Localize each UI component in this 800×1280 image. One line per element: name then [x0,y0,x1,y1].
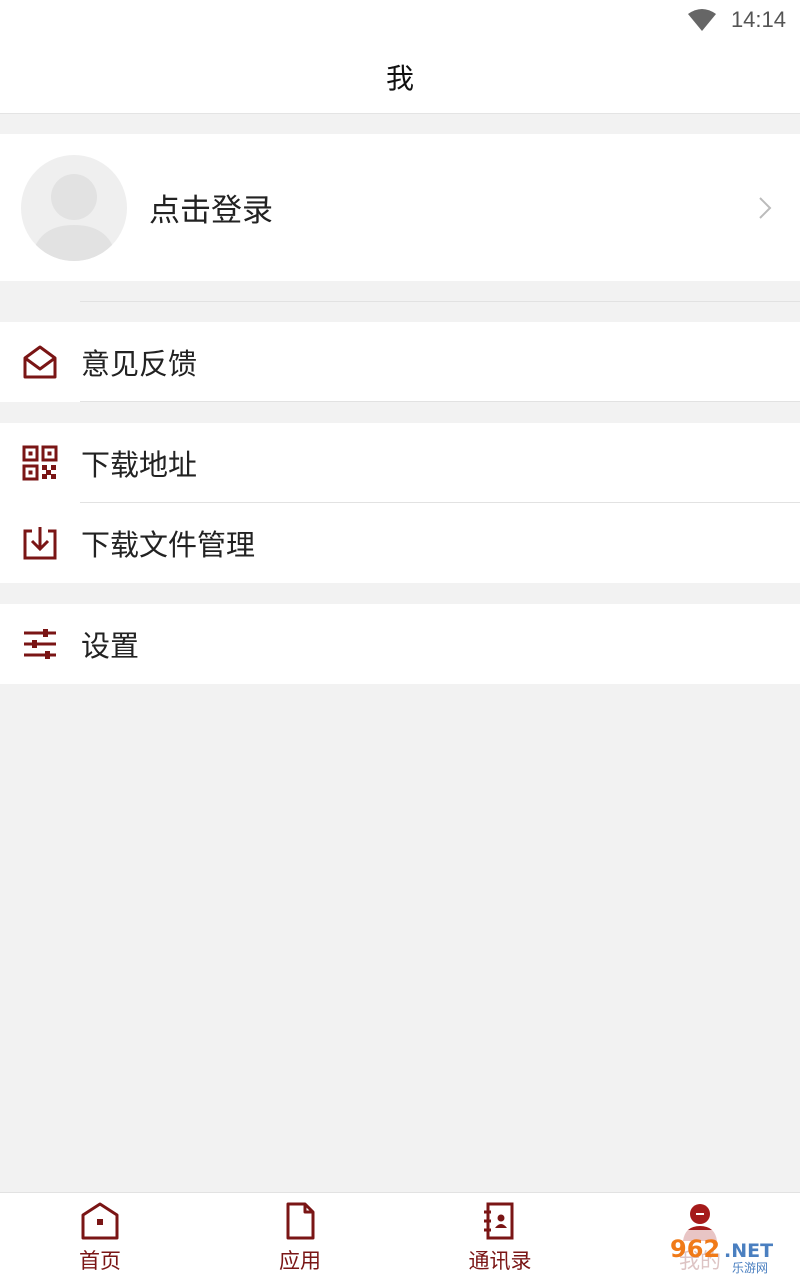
qr-code-icon [22,445,58,481]
section-divider [80,301,800,302]
tab-contacts[interactable]: 通讯录 [400,1193,600,1280]
home-icon [81,1202,119,1240]
tab-label-home: 首页 [79,1249,121,1273]
tab-label-apps: 应用 [279,1249,321,1273]
menu-label-download-manage: 下载文件管理 [81,528,256,562]
row-separator [80,401,800,402]
svg-text:.NET: .NET [724,1240,773,1262]
avatar-icon [21,154,127,261]
menu-item-feedback[interactable]: 意见反馈 [0,322,800,402]
chevron-right-icon [759,197,772,219]
mail-icon [23,345,57,379]
status-bar: 14:14 [0,0,800,40]
contacts-icon [484,1202,514,1240]
sliders-icon [24,629,56,659]
wifi-icon [687,9,716,31]
tab-label-contacts: 通讯录 [468,1249,532,1273]
tab-home[interactable]: 首页 [0,1193,200,1280]
menu-label-settings: 设置 [81,629,140,663]
menu-label-download-address: 下载地址 [81,448,198,482]
svg-text:乐游网: 乐游网 [732,1261,768,1275]
page-title: 我 [385,61,414,95]
download-icon [23,527,57,560]
menu-group-download: 下载地址 下载文件管理 [0,423,800,583]
watermark-logo: 962 .NET 乐游网 [664,1230,794,1276]
menu-item-download-address[interactable]: 下载地址 [0,423,800,503]
login-row[interactable]: 点击登录 [0,134,800,281]
menu-label-feedback: 意见反馈 [81,347,198,381]
tab-apps[interactable]: 应用 [200,1193,400,1280]
status-time: 14:14 [730,7,786,32]
menu-item-settings[interactable]: 设置 [0,604,800,684]
login-label: 点击登录 [149,193,273,229]
menu-item-download-manage[interactable]: 下载文件管理 [0,503,800,583]
svg-text:962: 962 [670,1235,720,1263]
title-bar: 我 [0,40,800,114]
menu-group-settings: 设置 [0,604,800,684]
document-icon [286,1202,315,1240]
menu-group-feedback: 意见反馈 [0,322,800,402]
